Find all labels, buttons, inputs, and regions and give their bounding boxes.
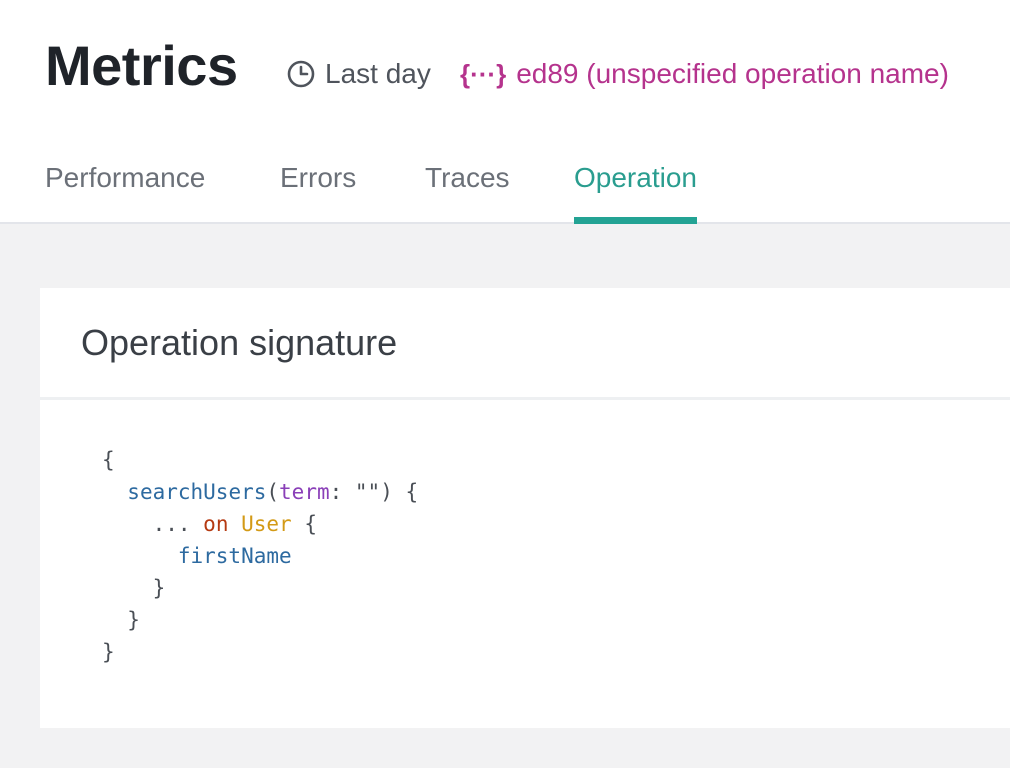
code-brace: } [102, 640, 115, 664]
clock-icon [287, 60, 315, 88]
operation-signature-code: { searchUsers(term: "") { ... on User { … [102, 444, 418, 668]
code-punctuation: : [329, 480, 355, 504]
code-argument: term [279, 480, 330, 504]
code-keyword: on [203, 512, 229, 536]
page-header: Metrics Last day {···} ed89 (unspecified… [0, 0, 1010, 224]
code-spread: ... [152, 512, 191, 536]
code-brace: } [152, 576, 166, 600]
operation-label: ed89 (unspecified operation name) [516, 58, 949, 89]
tab-errors[interactable]: Errors [280, 152, 356, 224]
time-range-selector[interactable]: Last day [287, 54, 431, 94]
code-brace: } [127, 608, 140, 632]
code-punctuation: ) { [380, 480, 419, 504]
card-title: Operation signature [81, 321, 398, 363]
code-field: firstName [177, 544, 292, 568]
code-punctuation: ( [266, 480, 280, 504]
code-field: searchUsers [127, 480, 267, 504]
code-string: "" [354, 480, 381, 504]
tab-operation[interactable]: Operation [574, 152, 697, 224]
code-type: User [241, 512, 292, 536]
card-header: Operation signature [40, 288, 1010, 400]
tab-performance[interactable]: Performance [45, 152, 205, 224]
time-range-label: Last day [325, 58, 431, 89]
code-brace: { [304, 512, 318, 536]
code-brace: { [102, 448, 115, 472]
operation-signature-card: Operation signature { searchUsers(term: … [40, 288, 1010, 728]
tab-traces[interactable]: Traces [425, 152, 510, 224]
operation-selector[interactable]: {···} ed89 (unspecified operation name) [460, 54, 949, 94]
operation-icon: {···} [460, 58, 507, 89]
page-title: Metrics [45, 34, 238, 97]
